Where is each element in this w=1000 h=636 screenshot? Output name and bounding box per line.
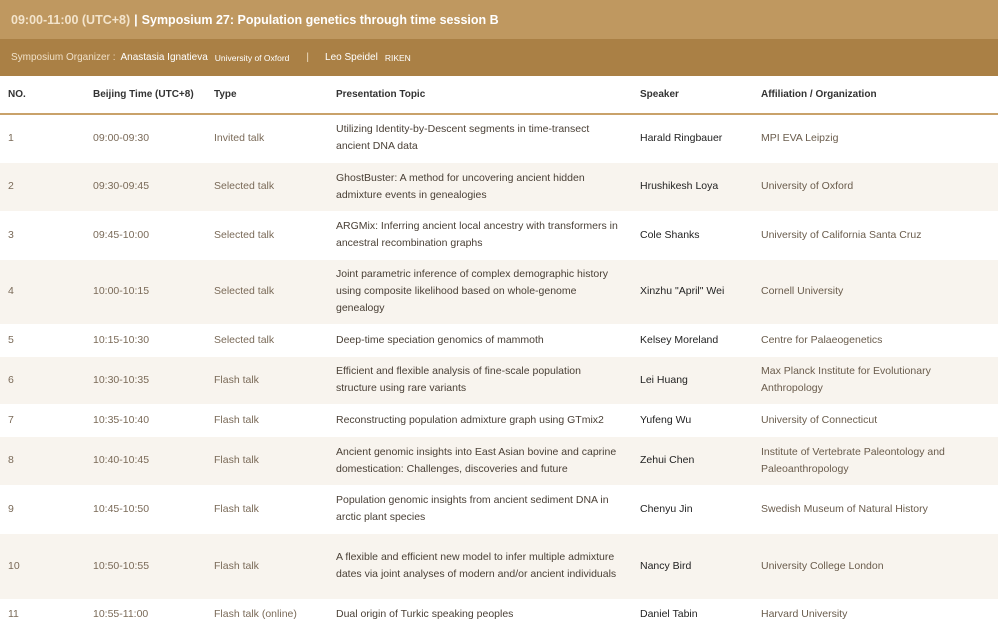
cell-time: 09:45-10:00 — [85, 211, 206, 260]
cell-affiliation: University of Oxford — [753, 162, 998, 212]
cell-affiliation: Cornell University — [753, 259, 998, 325]
cell-topic: Ancient genomic insights into East Asian… — [328, 436, 632, 486]
cell-type: Flash talk (online) — [206, 599, 328, 631]
cell-type: Flash talk — [206, 356, 328, 405]
cell-affiliation: University of California Santa Cruz — [753, 211, 998, 260]
table-row: 11 10:55-11:00 Flash talk (online) Dual ori… — [0, 599, 998, 631]
table-row: 4 10:00-10:15 Selected talk Joint parametri… — [0, 259, 998, 325]
table-row: 3 09:45-10:00 Selected talk ARGMix: Inferri… — [0, 211, 998, 260]
cell-time: 09:00-09:30 — [85, 114, 206, 163]
cell-topic: Efficient and flexible analysis of fine-… — [328, 356, 632, 405]
table-row: 9 10:45-10:50 Flash talk Population genomic… — [0, 485, 998, 534]
session-title: Symposium 27: Population genetics throug… — [141, 12, 499, 27]
cell-topic: Reconstructing population admixture grap… — [328, 404, 632, 437]
cell-speaker: Daniel Tabin — [632, 599, 753, 631]
table-row: 7 10:35-10:40 Flash talk Reconstructing pop… — [0, 404, 998, 437]
cell-topic: GhostBuster: A method for uncovering anc… — [328, 162, 632, 212]
cell-affiliation: Swedish Museum of Natural History — [753, 485, 998, 534]
cell-type: Selected talk — [206, 162, 328, 212]
schedule-table: NO. Beijing Time (UTC+8) Type Presentati… — [0, 76, 998, 631]
session-header: 09:00-11:00 (UTC+8) | Symposium 27: Popu… — [0, 0, 998, 39]
cell-affiliation: Max Planck Institute for Evolutionary An… — [753, 356, 998, 405]
cell-speaker: Nancy Bird — [632, 533, 753, 600]
cell-affiliation: Institute of Vertebrate Paleontology and… — [753, 436, 998, 486]
cell-type: Selected talk — [206, 259, 328, 325]
cell-speaker: Zehui Chen — [632, 436, 753, 486]
column-header-time: Beijing Time (UTC+8) — [85, 76, 206, 115]
cell-affiliation: University of Connecticut — [753, 404, 998, 437]
cell-number: 9 — [0, 485, 85, 534]
table-row: 6 10:30-10:35 Flash talk Efficient and flex… — [0, 356, 998, 405]
column-header-speaker: Speaker — [632, 76, 753, 115]
cell-speaker: Lei Huang — [632, 356, 753, 405]
cell-speaker: Cole Shanks — [632, 211, 753, 260]
organizer-label: Symposium Organizer : — [11, 52, 116, 63]
cell-topic: A flexible and efficient new model to in… — [328, 533, 632, 600]
cell-speaker: Hrushikesh Loya — [632, 162, 753, 212]
table-header-row: NO. Beijing Time (UTC+8) Type Presentati… — [0, 76, 998, 115]
table-row: 1 09:00-09:30 Invited talk Utilizing Identi… — [0, 114, 998, 163]
organizer-affiliation-2: RIKEN — [384, 52, 411, 63]
cell-type: Flash talk — [206, 533, 328, 600]
cell-number: 3 — [0, 211, 85, 260]
cell-topic: ARGMix: Inferring ancient local ancestry… — [328, 211, 632, 260]
cell-number: 5 — [0, 324, 85, 357]
column-header-no: NO. — [0, 76, 85, 115]
cell-time: 10:50-10:55 — [85, 533, 206, 600]
cell-number: 7 — [0, 404, 85, 437]
cell-time: 10:40-10:45 — [85, 436, 206, 486]
table-row: 2 09:30-09:45 Selected talk GhostBuster: A … — [0, 162, 998, 212]
cell-affiliation: Centre for Palaeogenetics — [753, 324, 998, 357]
cell-topic: Population genomic insights from ancient… — [328, 485, 632, 534]
cell-time: 10:15-10:30 — [85, 324, 206, 357]
cell-speaker: Yufeng Wu — [632, 404, 753, 437]
cell-number: 2 — [0, 162, 85, 212]
cell-number: 1 — [0, 114, 85, 163]
organizer-name-2: Leo Speidel — [325, 52, 378, 63]
table-row: 5 10:15-10:30 Selected talk Deep-time speci… — [0, 324, 998, 357]
table-row: 8 10:40-10:45 Flash talk Ancient genomic in… — [0, 436, 998, 486]
cell-time: 10:45-10:50 — [85, 485, 206, 534]
cell-time: 10:30-10:35 — [85, 356, 206, 405]
organizer-affiliation-1: University of Oxford — [214, 52, 290, 63]
cell-number: 4 — [0, 259, 85, 325]
cell-time: 10:35-10:40 — [85, 404, 206, 437]
column-header-affiliation: Affiliation / Organization — [753, 76, 998, 115]
table-row: 10 10:50-10:55 Flash talk A flexible and ef… — [0, 533, 998, 600]
organizer-name-1: Anastasia Ignatieva — [120, 52, 208, 63]
cell-time: 09:30-09:45 — [85, 162, 206, 212]
cell-number: 10 — [0, 533, 85, 600]
organizer-bar: Symposium Organizer : Anastasia Ignatiev… — [0, 39, 998, 76]
cell-speaker: Harald Ringbauer — [632, 114, 753, 163]
cell-speaker: Chenyu Jin — [632, 485, 753, 534]
cell-affiliation: MPI EVA Leipzig — [753, 114, 998, 163]
cell-topic: Utilizing Identity-by-Descent segments i… — [328, 114, 632, 163]
cell-type: Invited talk — [206, 114, 328, 163]
cell-number: 6 — [0, 356, 85, 405]
cell-speaker: Xinzhu "April" Wei — [632, 259, 753, 325]
cell-topic: Deep-time speciation genomics of mammoth — [328, 324, 632, 357]
cell-time: 10:00-10:15 — [85, 259, 206, 325]
cell-type: Flash talk — [206, 404, 328, 437]
cell-topic: Dual origin of Turkic speaking peoples — [328, 599, 632, 631]
cell-topic: Joint parametric inference of complex de… — [328, 259, 632, 325]
organizer-divider: | — [306, 52, 310, 63]
column-header-topic: Presentation Topic — [328, 76, 632, 115]
header-separator: | — [134, 12, 138, 27]
column-header-type: Type — [206, 76, 328, 115]
session-time: 09:00-11:00 (UTC+8) — [11, 12, 131, 27]
cell-affiliation: University College London — [753, 533, 998, 600]
cell-type: Flash talk — [206, 436, 328, 486]
cell-affiliation: Harvard University — [753, 599, 998, 631]
cell-type: Selected talk — [206, 324, 328, 357]
cell-type: Flash talk — [206, 485, 328, 534]
cell-time: 10:55-11:00 — [85, 599, 206, 631]
cell-speaker: Kelsey Moreland — [632, 324, 753, 357]
cell-type: Selected talk — [206, 211, 328, 260]
cell-number: 8 — [0, 436, 85, 486]
cell-number: 11 — [0, 599, 85, 631]
